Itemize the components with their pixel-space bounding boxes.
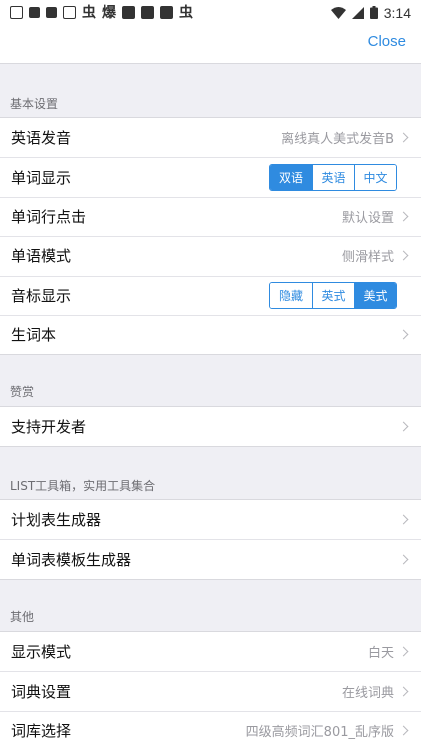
settings-group-basic: 英语发音 离线真人美式发音B 单词显示 双语 英语 中文 单词行点击 默认设置 …	[0, 117, 421, 356]
row-label: 单词显示	[11, 168, 72, 187]
wifi-icon	[330, 6, 346, 19]
app-badge-icon	[63, 6, 76, 19]
chevron-right-icon	[398, 211, 409, 222]
notification-s-icon	[10, 6, 23, 19]
row-display-mode[interactable]: 显示模式 白天	[0, 632, 421, 671]
segment-chinese[interactable]: 中文	[354, 164, 396, 190]
row-pronunciation[interactable]: 英语发音 离线真人美式发音B	[0, 118, 421, 157]
row-support-developer[interactable]: 支持开发者	[0, 407, 421, 446]
row-label: 支持开发者	[11, 418, 87, 437]
chevron-right-icon	[398, 554, 409, 565]
section-header-reward: 赞赏	[10, 385, 35, 399]
row-phonetic: 音标显示 隐藏 英式 美式	[0, 275, 421, 315]
section-header-other: 其他	[10, 610, 35, 624]
row-plan-generator[interactable]: 计划表生成器	[0, 500, 421, 539]
segment-american[interactable]: 美式	[354, 282, 396, 308]
chevron-right-icon	[398, 329, 409, 340]
row-label: 显示模式	[11, 643, 72, 662]
row-value: 在线词典	[341, 685, 394, 701]
row-value: 四级高频词汇801_乱序版	[245, 724, 394, 740]
row-label: 词典设置	[11, 682, 72, 701]
row-dictionary-settings[interactable]: 词典设置 在线词典	[0, 671, 421, 710]
section-header-basic: 基本设置	[10, 97, 59, 111]
chevron-right-icon	[398, 646, 409, 657]
chevron-right-icon	[398, 421, 409, 432]
chevron-right-icon	[398, 686, 409, 697]
app-glyph-icon: 爆	[102, 4, 116, 21]
nav-bar: Close	[0, 25, 421, 64]
square-icon	[141, 6, 154, 19]
row-vocab-book[interactable]: 生词本	[0, 314, 421, 354]
row-word-display: 单词显示 双语 英语 中文	[0, 157, 421, 196]
row-word-mode[interactable]: 单语模式 侧滑样式	[0, 236, 421, 275]
status-time: 3:14	[383, 4, 411, 21]
row-label: 单词行点击	[11, 207, 87, 226]
settings-group-reward: 支持开发者	[0, 406, 421, 448]
chevron-right-icon	[398, 250, 409, 261]
phonetic-segmented-control: 隐藏 英式 美式	[269, 281, 397, 309]
row-label: 单词表模板生成器	[11, 550, 132, 569]
row-label: 音标显示	[11, 286, 72, 305]
close-button[interactable]: Close	[368, 33, 406, 50]
settings-group-other: 显示模式 白天 词典设置 在线词典 词库选择 四级高频词汇801_乱序版	[0, 631, 421, 750]
chevron-right-icon	[398, 725, 409, 736]
signal-icon	[351, 6, 364, 19]
row-value: 白天	[367, 646, 394, 662]
row-label: 单语模式	[11, 247, 72, 266]
row-label: 词库选择	[11, 721, 72, 740]
row-label: 生词本	[11, 326, 57, 345]
square-icon	[160, 6, 173, 19]
segment-english[interactable]: 英语	[312, 164, 354, 190]
battery-icon	[369, 6, 378, 19]
app-glyph-icon: 虫	[179, 4, 193, 21]
square-icon	[46, 7, 57, 18]
status-bar-notifications: 虫 爆 虫	[10, 6, 331, 20]
row-value: 离线真人美式发音B	[281, 132, 394, 148]
row-row-click[interactable]: 单词行点击 默认设置	[0, 196, 421, 236]
row-value: 侧滑样式	[341, 250, 394, 266]
segment-bilingual[interactable]: 双语	[270, 164, 312, 190]
settings-group-tools: 计划表生成器 单词表模板生成器	[0, 499, 421, 580]
row-value: 默认设置	[341, 210, 394, 226]
segment-hide[interactable]: 隐藏	[270, 282, 312, 308]
square-icon	[29, 7, 40, 18]
segment-british[interactable]: 英式	[312, 282, 354, 308]
section-header-tools: LIST工具箱，实用工具集合	[10, 479, 156, 493]
row-word-bank[interactable]: 词库选择 四级高频词汇801_乱序版	[0, 710, 421, 750]
chevron-right-icon	[398, 514, 409, 525]
row-label: 计划表生成器	[11, 511, 102, 530]
status-bar-system: 3:14	[330, 4, 411, 21]
word-display-segmented-control: 双语 英语 中文	[269, 163, 397, 191]
app-glyph-icon: 虫	[82, 4, 96, 21]
status-bar: 虫 爆 虫 3:14	[0, 0, 421, 25]
square-icon	[122, 6, 135, 19]
row-label: 英语发音	[11, 129, 72, 148]
chevron-right-icon	[398, 132, 409, 143]
row-template-generator[interactable]: 单词表模板生成器	[0, 539, 421, 578]
